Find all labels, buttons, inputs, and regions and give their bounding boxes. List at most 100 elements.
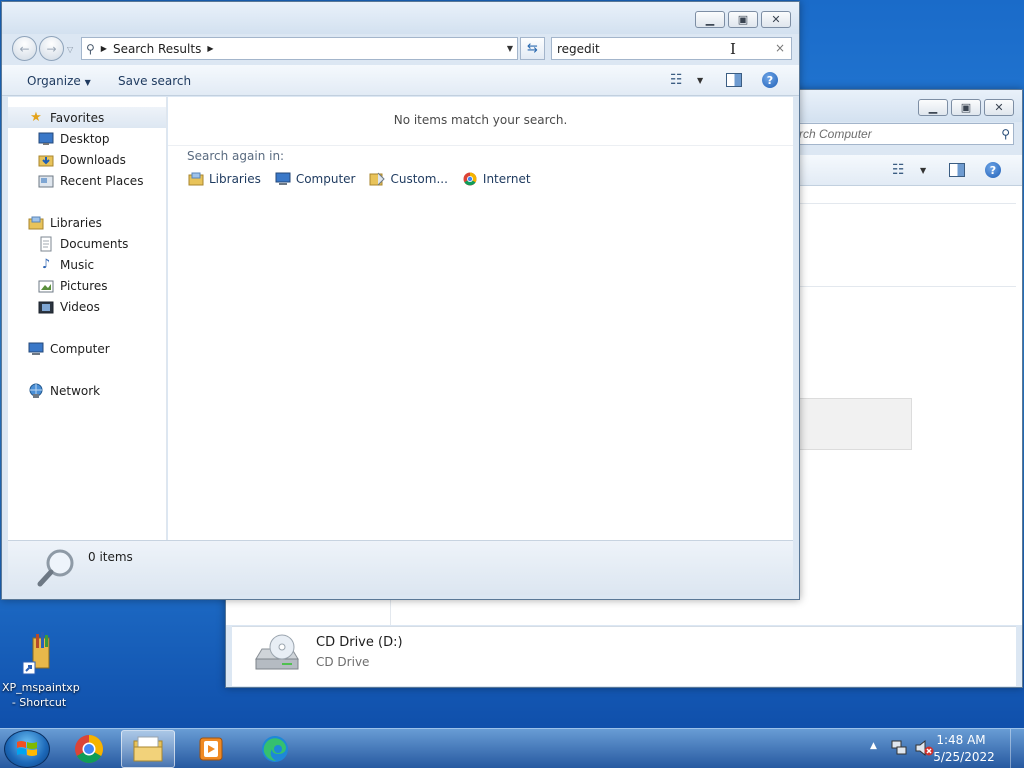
taskbar-chrome[interactable] xyxy=(62,730,116,768)
shortcut-label: - Shortcut xyxy=(11,696,67,709)
help-icon[interactable]: ? xyxy=(762,72,778,88)
libraries-icon xyxy=(28,215,44,231)
recent-places-icon xyxy=(38,173,54,189)
close-icon[interactable]: ✕ xyxy=(761,11,791,28)
nav-item-libraries[interactable]: Libraries xyxy=(8,212,166,233)
search-again-internet[interactable]: Internet xyxy=(462,171,531,187)
refresh-icon[interactable]: ⇆ xyxy=(520,37,545,60)
help-icon[interactable]: ? xyxy=(985,162,1001,178)
location-label: Internet xyxy=(482,172,531,186)
edge-icon xyxy=(262,736,288,762)
show-desktop-button[interactable] xyxy=(1010,729,1024,768)
magnifier-icon xyxy=(37,549,74,587)
minimize-icon[interactable]: ▁ xyxy=(918,99,948,116)
search-again-computer[interactable]: Computer xyxy=(275,171,356,187)
show-hidden-icons-icon[interactable]: ▲ xyxy=(870,741,877,751)
nav-item-downloads[interactable]: Downloads xyxy=(8,149,166,170)
location-label: Libraries xyxy=(209,172,261,186)
clear-search-icon[interactable]: × xyxy=(775,41,785,55)
close-icon[interactable]: ✕ xyxy=(984,99,1014,116)
nav-label: Pictures xyxy=(60,278,108,293)
divider xyxy=(800,203,1016,204)
chrome-icon xyxy=(462,171,478,187)
desktop-shortcut-mspaint[interactable]: XP_mspaintxp - Shortcut xyxy=(2,632,80,710)
shortcut-label: XP_mspaintxp xyxy=(2,681,80,694)
search-window-titlebar[interactable]: ▁ ▣ ✕ xyxy=(2,2,799,34)
save-search-button[interactable]: Save search xyxy=(118,74,191,88)
breadcrumb-arrow-icon[interactable]: ▶ xyxy=(207,44,213,53)
nav-item-pictures[interactable]: Pictures xyxy=(8,275,166,296)
organize-label: Organize xyxy=(27,74,81,88)
music-icon: ♪ xyxy=(41,257,51,272)
back-arrow-icon[interactable]: ← xyxy=(12,36,37,61)
search-icon[interactable]: ⚲ xyxy=(1001,127,1010,141)
search-input[interactable] xyxy=(557,39,757,59)
breadcrumb-search-results[interactable]: Search Results xyxy=(113,42,201,56)
divider xyxy=(800,286,1016,287)
preview-pane-icon[interactable] xyxy=(726,73,742,87)
address-dropdown-icon[interactable]: ▼ xyxy=(507,44,513,53)
nav-label: Network xyxy=(50,383,101,398)
view-icon[interactable]: ☷ xyxy=(670,72,683,88)
computer-icon xyxy=(275,171,291,187)
cd-drive-name: CD Drive (D:) xyxy=(316,635,403,650)
nav-label: Desktop xyxy=(60,131,110,146)
details-pane: 0 items xyxy=(8,540,793,595)
item-count: 0 items xyxy=(88,550,133,564)
nav-label: Downloads xyxy=(60,152,126,167)
clock-time[interactable]: 1:48 AM xyxy=(926,733,996,747)
minimize-icon[interactable]: ▁ xyxy=(695,11,725,28)
search-again-libraries[interactable]: Libraries xyxy=(188,171,261,187)
search-again-custom[interactable]: Custom... xyxy=(369,171,448,187)
taskbar-edge[interactable] xyxy=(248,730,302,768)
cd-drive-item[interactable]: CD Drive (D:) CD Drive xyxy=(232,626,1016,686)
nav-item-music[interactable]: ♪ Music xyxy=(8,254,166,275)
star-icon: ★ xyxy=(30,110,42,125)
results-pane: No items match your search. Search again… xyxy=(168,97,793,540)
chevron-down-icon[interactable]: ▼ xyxy=(697,76,703,85)
drive-tile[interactable] xyxy=(800,398,912,450)
forward-arrow-icon[interactable]: → xyxy=(39,36,64,61)
preview-pane-icon[interactable] xyxy=(949,163,965,177)
history-chevron-icon[interactable]: ▽ xyxy=(67,45,73,54)
network-icon xyxy=(28,383,44,399)
taskbar-media-player[interactable] xyxy=(184,730,238,768)
command-bar: Organize ▼ Save search ☷ ▼ ? xyxy=(2,65,799,96)
start-button[interactable] xyxy=(4,730,50,768)
desktop-icon xyxy=(38,131,54,147)
location-label: Custom... xyxy=(390,172,448,186)
search-icon: ⚲ xyxy=(86,41,95,56)
computer-icon xyxy=(28,341,44,357)
nav-item-desktop[interactable]: Desktop xyxy=(8,128,166,149)
documents-icon xyxy=(38,236,54,252)
network-tray-icon[interactable] xyxy=(890,739,908,757)
nav-item-computer[interactable]: Computer xyxy=(8,338,166,359)
nav-item-favorites[interactable]: ★ Favorites xyxy=(8,107,166,128)
chevron-down-icon[interactable]: ▼ xyxy=(920,166,926,175)
folder-icon xyxy=(133,736,163,762)
search-box[interactable]: I × xyxy=(551,37,792,60)
nav-label: Documents xyxy=(60,236,129,251)
paint-icon xyxy=(21,632,57,680)
maximize-icon[interactable]: ▣ xyxy=(951,99,981,116)
nav-item-documents[interactable]: Documents xyxy=(8,233,166,254)
organize-button[interactable]: Organize ▼ xyxy=(27,74,91,88)
search-again-locations: Libraries Computer Custom... Internet xyxy=(188,171,531,187)
nav-label: Music xyxy=(60,257,95,272)
navigation-bar: ← → ▽ ⚲ ▶ Search Results ▶ ▼ ⇆ I × xyxy=(2,33,799,65)
nav-item-videos[interactable]: Videos xyxy=(8,296,166,317)
search-results-window[interactable]: ▁ ▣ ✕ ← → ▽ ⚲ ▶ Search Results ▶ ▼ ⇆ I ×… xyxy=(1,1,800,600)
view-icon[interactable]: ☷ xyxy=(892,162,905,178)
nav-item-recent-places[interactable]: Recent Places xyxy=(8,170,166,191)
location-label: Computer xyxy=(295,172,356,186)
computer-search-input[interactable]: rch Computer xyxy=(794,123,1014,145)
clock-date[interactable]: 5/25/2022 xyxy=(926,750,1002,764)
text-cursor-icon: I xyxy=(730,40,736,58)
maximize-icon[interactable]: ▣ xyxy=(728,11,758,28)
videos-icon xyxy=(38,299,54,315)
taskbar-explorer[interactable] xyxy=(121,730,175,768)
address-bar[interactable]: ⚲ ▶ Search Results ▶ ▼ xyxy=(81,37,518,60)
nav-item-network[interactable]: Network xyxy=(8,380,166,401)
nav-label: Computer xyxy=(50,341,110,356)
breadcrumb-arrow-icon[interactable]: ▶ xyxy=(101,44,107,53)
